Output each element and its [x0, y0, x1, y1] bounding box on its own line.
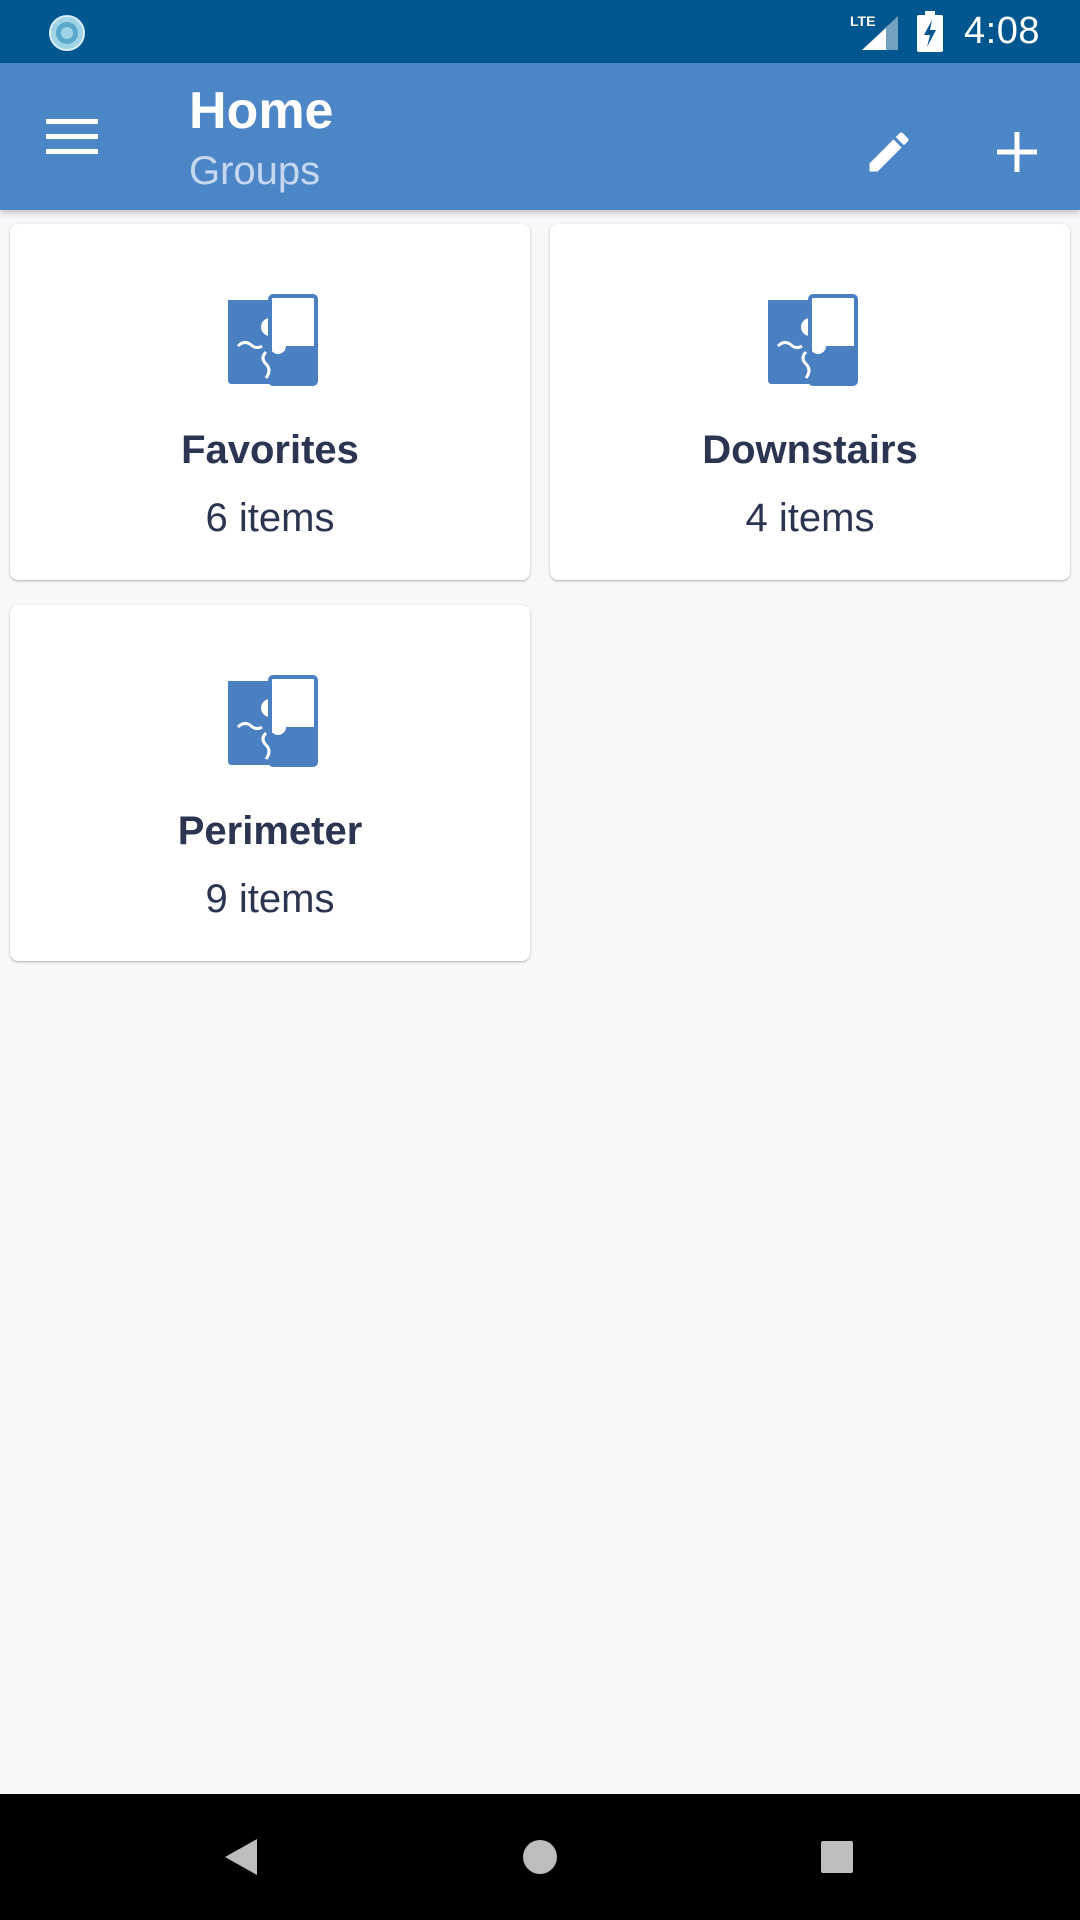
title-block: Home Groups: [189, 81, 333, 195]
group-count: 6 items: [205, 496, 335, 540]
page-title: Home: [189, 82, 334, 140]
app-bar: Home Groups: [0, 63, 1080, 210]
battery-charging-icon: [917, 10, 944, 52]
back-triangle-icon: [225, 1839, 257, 1875]
home-circle-icon: [523, 1840, 557, 1874]
status-indicators: LTE 4:08: [850, 0, 1040, 63]
puzzle-icon: [228, 294, 318, 386]
sync-icon: [49, 15, 85, 51]
page-subtitle: Groups: [189, 149, 321, 193]
network-label: LTE: [850, 13, 875, 29]
group-name: Perimeter: [177, 809, 363, 853]
group-count: 9 items: [205, 877, 335, 921]
navigation-bar: [0, 1794, 1080, 1920]
back-button[interactable]: [206, 1822, 276, 1892]
puzzle-icon: [228, 675, 318, 767]
group-card-downstairs[interactable]: Downstairs 4 items: [550, 224, 1070, 580]
home-button[interactable]: [505, 1822, 575, 1892]
status-time: 4:08: [964, 10, 1040, 52]
menu-button[interactable]: [28, 93, 116, 181]
pencil-icon: [869, 132, 909, 172]
group-card-favorites[interactable]: Favorites 6 items: [10, 224, 530, 580]
screen: LTE 4:08 Home Groups Favorites 6 items D…: [0, 0, 1080, 1920]
group-name: Favorites: [181, 428, 359, 472]
group-count: 4 items: [745, 496, 875, 540]
plus-icon: [997, 132, 1037, 172]
group-card-perimeter[interactable]: Perimeter 9 items: [10, 605, 530, 961]
add-button[interactable]: [972, 107, 1062, 197]
recents-button[interactable]: [802, 1822, 872, 1892]
status-bar: LTE 4:08: [0, 0, 1080, 63]
recents-square-icon: [821, 1841, 853, 1873]
group-name: Downstairs: [702, 428, 918, 472]
edit-button[interactable]: [844, 107, 934, 197]
menu-icon: [46, 119, 98, 154]
signal-icon: LTE: [850, 13, 899, 50]
puzzle-icon: [768, 294, 858, 386]
